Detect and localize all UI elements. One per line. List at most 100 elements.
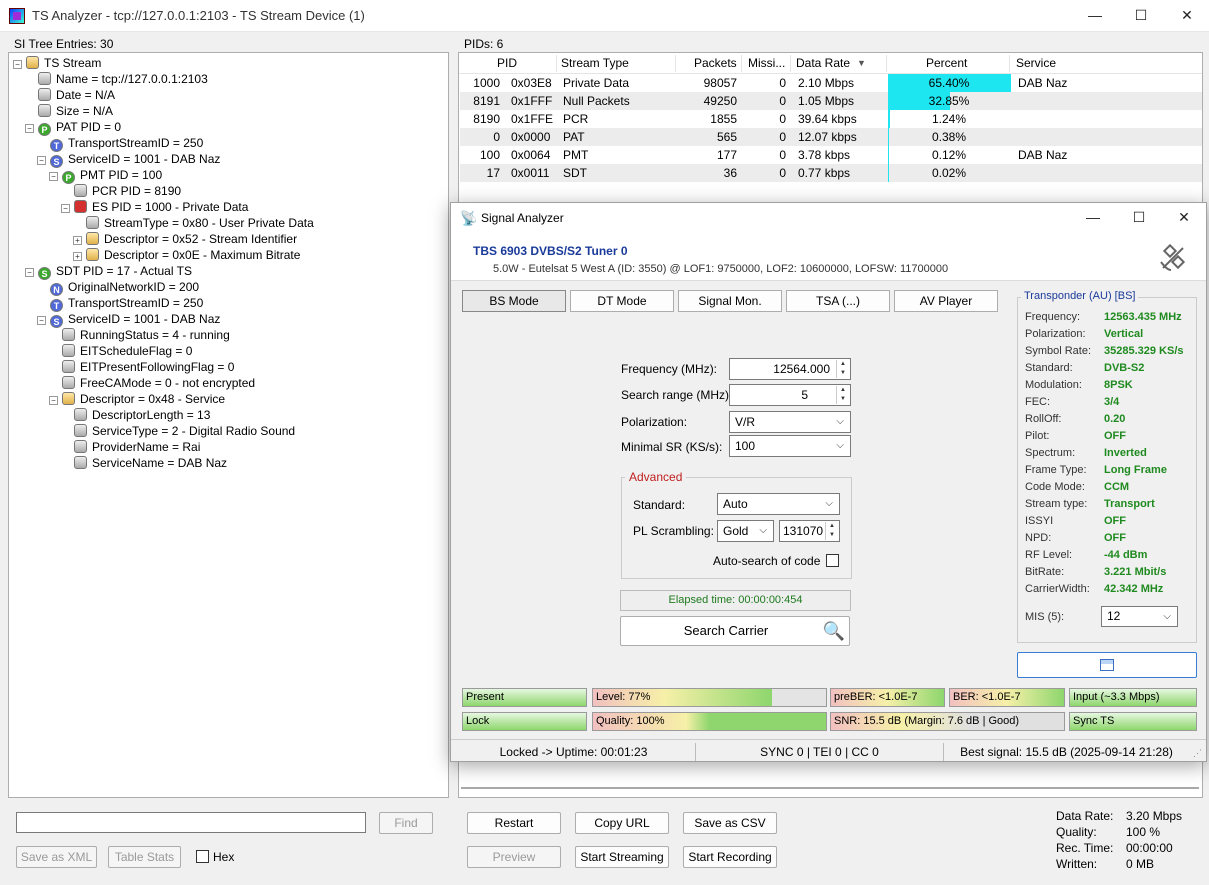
minimal-sr-value: 100 [735,439,756,453]
tree-node[interactable]: ServiceType = 2 - Digital Radio Sound [61,423,295,439]
preview-button[interactable]: Preview [467,846,561,868]
tree-node[interactable]: − TS Stream [13,55,101,71]
tree-node[interactable]: DescriptorLength = 13 [61,407,210,423]
pl-code-spinner[interactable]: ▲ ▼ [825,522,838,540]
collapse-icon[interactable]: − [13,60,22,69]
tree-node[interactable]: StreamType = 0x80 - User Private Data [73,215,314,231]
grey-node-icon [86,216,99,229]
lock-meter-label: Lock [466,715,490,727]
tree-node[interactable]: − S ServiceID = 1001 - DAB Naz [37,311,220,328]
horizontal-scrollbar[interactable] [461,787,1199,789]
tab-bs-mode[interactable]: BS Mode [462,290,566,312]
tree-node[interactable]: PCR PID = 8190 [61,183,181,199]
col-missing[interactable]: Missi... [748,53,785,73]
collapse-icon[interactable]: − [37,316,46,325]
pl-scrambling-mode-select[interactable]: Gold ⌵ [717,520,774,542]
expand-icon[interactable]: + [73,252,82,261]
tab-av-player[interactable]: AV Player [894,290,998,312]
find-button[interactable]: Find [379,812,433,834]
expand-icon[interactable]: + [73,236,82,245]
sa-close-button[interactable]: ✕ [1161,203,1207,233]
search-range-input[interactable]: 5 ▲ ▼ [729,384,851,406]
save-xml-button[interactable]: Save as XML [16,846,97,868]
collapse-icon[interactable]: − [25,124,34,133]
collapse-icon[interactable]: − [61,204,70,213]
col-packets[interactable]: Packets [694,53,737,73]
pl-scrambling-code-input[interactable]: 131070 ▲ ▼ [779,520,840,542]
start-recording-button[interactable]: Start Recording [683,846,777,868]
tree-node[interactable]: − S ServiceID = 1001 - DAB Naz [37,151,220,168]
tree-node[interactable]: ProviderName = Rai [61,439,200,455]
tab-dt-mode[interactable]: DT Mode [570,290,674,312]
close-button[interactable]: ✕ [1164,0,1209,32]
frequency-input[interactable]: 12564.000 ▲ ▼ [729,358,851,380]
tab-tsa[interactable]: TSA (...) [786,290,890,312]
collapse-icon[interactable]: − [37,156,46,165]
spectrum-button[interactable] [1017,652,1197,678]
frequency-value: 12564.000 [773,362,830,376]
tree-node[interactable]: Date = N/A [25,87,115,103]
collapse-icon[interactable]: − [25,268,34,277]
start-streaming-button[interactable]: Start Streaming [575,846,669,868]
col-pid[interactable]: PID [497,53,517,73]
save-csv-button[interactable]: Save as CSV [683,812,777,834]
level-meter-label: Level: 77% [596,691,651,703]
tree-node[interactable]: T TransportStreamID = 250 [37,295,203,312]
tree-node-label: Name = tcp://127.0.0.1:2103 [56,72,208,86]
tree-node[interactable]: T TransportStreamID = 250 [37,135,203,152]
tree-node[interactable]: Size = N/A [25,103,113,119]
table-stats-button[interactable]: Table Stats [108,846,181,868]
resize-grip-icon[interactable]: ⋰ [1193,748,1202,759]
maximize-button[interactable]: ☐ [1118,0,1164,32]
tree-node[interactable]: RunningStatus = 4 - running [49,327,230,343]
polarization-select[interactable]: V/R ⌵ [729,411,851,433]
search-input[interactable] [16,812,366,833]
si-tree[interactable]: − TS Stream Name = tcp://127.0.0.1:2103 Dat… [8,52,449,798]
minimize-button[interactable]: — [1072,0,1118,32]
collapse-icon[interactable]: − [49,172,58,181]
minimal-sr-select[interactable]: 100 ⌵ [729,435,851,457]
search-carrier-button[interactable]: Search Carrier 🔍 [620,616,850,646]
col-stream-type[interactable]: Stream Type [561,53,629,73]
tree-node[interactable]: + Descriptor = 0x0E - Maximum Bitrate [73,247,300,263]
tree-node[interactable]: ServiceName = DAB Naz [61,455,227,471]
pid-table-row[interactable]: 0 0x0000 PAT 565 0 12.07 kbps 0.38% [460,128,1202,146]
tree-node[interactable]: − P PAT PID = 0 [25,119,121,136]
hex-checkbox[interactable] [196,850,209,863]
tree-node[interactable]: − ES PID = 1000 - Private Data [61,199,248,215]
signal-analyzer-title: Signal Analyzer [481,211,564,225]
grey-node-icon [38,104,51,117]
tree-node[interactable]: + Descriptor = 0x52 - Stream Identifier [73,231,297,247]
search-range-spinner[interactable]: ▲ ▼ [836,386,849,404]
sa-maximize-button[interactable]: ☐ [1116,203,1162,233]
cell-packets: 1855 [710,112,737,126]
frequency-spinner[interactable]: ▲ ▼ [836,360,849,378]
pid-table-row[interactable]: 100 0x0064 PMT 177 0 3.78 kbps 0.12% DAB Naz [460,146,1202,164]
pid-table-row[interactable]: 8190 0x1FFE PCR 1855 0 39.64 kbps 1.24% [460,110,1202,128]
tree-node[interactable]: Name = tcp://127.0.0.1:2103 [25,71,208,87]
pid-table-row[interactable]: 17 0x0011 SDT 36 0 0.77 kbps 0.02% [460,164,1202,182]
transponder-value: Transport [1104,498,1155,510]
mis-select[interactable]: 12 ⌵ [1101,606,1178,627]
col-service[interactable]: Service [1016,53,1056,73]
autosearch-checkbox[interactable] [826,554,839,567]
sa-minimize-button[interactable]: — [1070,203,1116,233]
tree-node[interactable]: N OriginalNetworkID = 200 [37,279,199,296]
col-percent[interactable]: Percent [926,53,967,73]
pid-table-row[interactable]: 1000 0x03E8 Private Data 98057 0 2.10 Mbps 65.… [460,74,1202,92]
restart-button[interactable]: Restart [467,812,561,834]
pid-table-row[interactable]: 8191 0x1FFF Null Packets 49250 0 1.05 Mbps 32.… [460,92,1202,110]
grey-node-icon [62,376,75,389]
tree-node[interactable]: EITScheduleFlag = 0 [49,343,192,359]
signal-analyzer-window[interactable]: 📡 Signal Analyzer — ☐ ✕ TBS 6903 DVBS/S2… [450,202,1207,762]
collapse-icon[interactable]: − [49,396,58,405]
copy-url-button[interactable]: Copy URL [575,812,669,834]
tree-node[interactable]: EITPresentFollowingFlag = 0 [49,359,234,375]
tree-node[interactable]: FreeCAMode = 0 - not encrypted [49,375,255,391]
tree-node[interactable]: − S SDT PID = 17 - Actual TS [25,263,192,280]
tree-node[interactable]: − P PMT PID = 100 [49,167,162,184]
col-data-rate[interactable]: Data Rate [796,53,850,73]
tree-node[interactable]: − Descriptor = 0x48 - Service [49,391,225,407]
standard-select[interactable]: Auto ⌵ [717,493,840,515]
tab-signal-mon[interactable]: Signal Mon. [678,290,782,312]
